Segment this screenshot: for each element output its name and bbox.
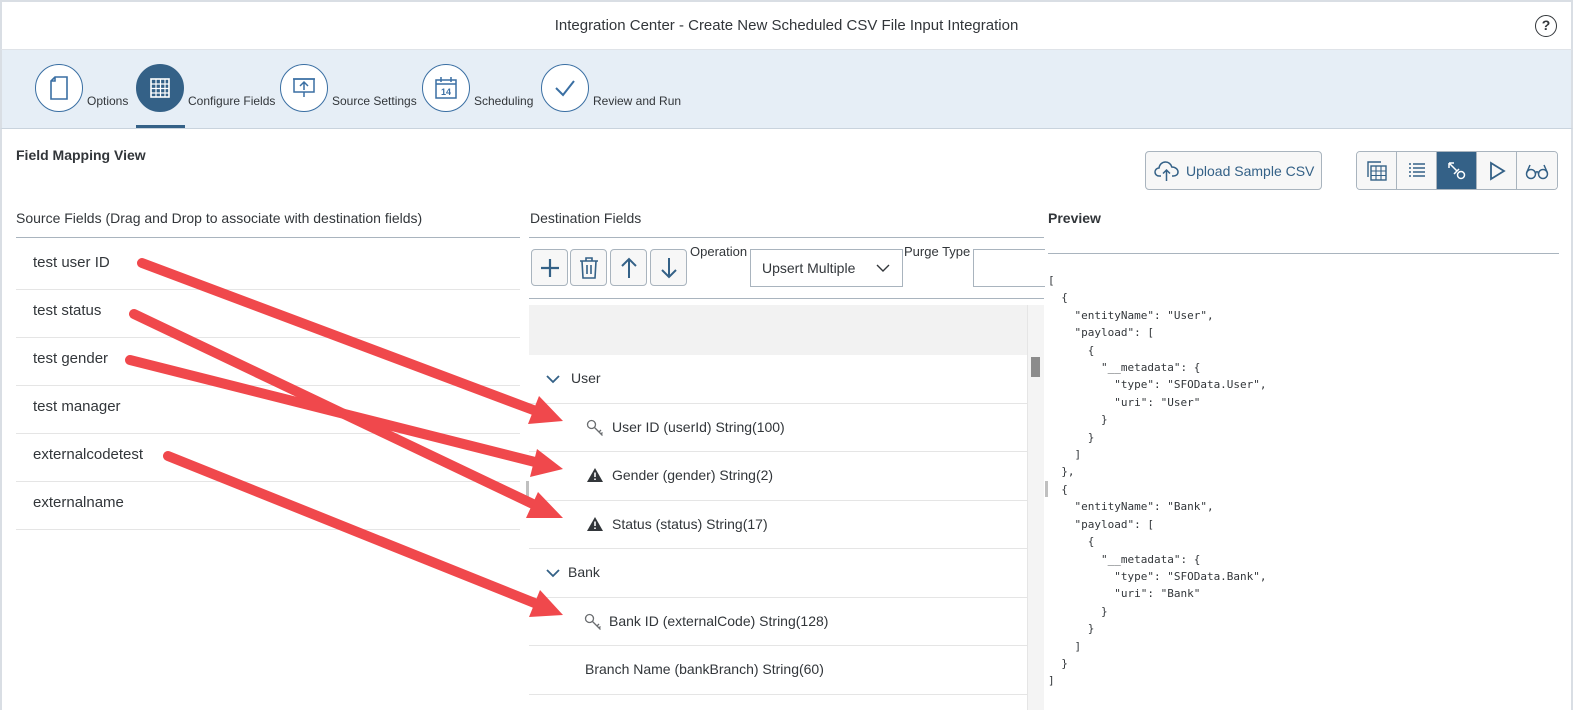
warning-icon (587, 516, 603, 531)
divider (1048, 253, 1559, 254)
presentation-icon (280, 64, 328, 112)
destination-fields-header: Destination Fields (530, 210, 642, 226)
key-icon (586, 419, 603, 436)
table-view-button[interactable] (1357, 152, 1397, 189)
step-label: Source Settings (332, 94, 417, 108)
step-label: Configure Fields (188, 94, 276, 108)
link-mapping-icon (1447, 161, 1465, 179)
page-icon (35, 64, 83, 112)
add-button[interactable] (531, 249, 568, 286)
arrow-down-icon (660, 257, 677, 278)
source-fields-list: test user ID test status test gender tes… (16, 242, 520, 530)
field-label: Bank ID (externalCode) String(128) (609, 612, 829, 629)
preview-json: [ { "entityName": "User", "payload": [ {… (1048, 274, 1267, 688)
source-field[interactable]: test status (16, 290, 520, 338)
group-row-bank[interactable]: Bank (529, 549, 1027, 598)
trash-icon (579, 256, 598, 279)
table-copy-icon (1366, 160, 1387, 181)
preview-button[interactable] (1517, 152, 1557, 189)
operation-label: Operation (690, 244, 748, 259)
group-label: Bank (568, 564, 600, 580)
divider (529, 237, 1044, 238)
source-field[interactable]: externalname (16, 482, 520, 530)
destination-field[interactable]: Gender (gender) String(2) (529, 452, 1027, 501)
field-label: Branch Name (bankBranch) String(60) (585, 661, 824, 677)
destination-field[interactable]: Status (status) String(17) (529, 501, 1027, 549)
purge-type-label: Purge Type (904, 244, 971, 259)
upload-sample-csv-button[interactable]: Upload Sample CSV (1145, 151, 1322, 190)
destination-field[interactable]: Bank ID (externalCode) String(128) (529, 598, 1027, 646)
group-row-user[interactable]: User (529, 355, 1027, 404)
scrollbar-thumb[interactable] (1031, 357, 1040, 377)
plus-icon (540, 258, 559, 277)
play-icon (1489, 160, 1506, 181)
operation-value: Upsert Multiple (762, 260, 856, 276)
destination-field[interactable]: Branch Name (bankBranch) String(60) (529, 646, 1027, 695)
view-switcher (1356, 151, 1558, 190)
window-title: Integration Center - Create New Schedule… (554, 17, 1019, 34)
calendar-icon: 14 (422, 64, 470, 112)
source-field[interactable]: externalcodetest (16, 434, 520, 482)
chevron-down-icon (546, 375, 560, 384)
source-field[interactable]: test gender (16, 338, 520, 386)
help-icon[interactable]: ? (1535, 15, 1557, 37)
run-button[interactable] (1477, 152, 1517, 189)
step-label: Review and Run (593, 94, 682, 108)
chevron-down-icon (876, 264, 890, 272)
active-step-indicator (136, 125, 185, 128)
list-icon (1408, 162, 1425, 177)
step-label: Options (87, 94, 129, 108)
svg-text:14: 14 (441, 87, 451, 97)
source-field[interactable]: test manager (16, 386, 520, 434)
divider (16, 237, 520, 238)
upload-label: Upload Sample CSV (1186, 162, 1315, 179)
destination-field[interactable]: User ID (userId) String(100) (529, 404, 1027, 452)
checkmark-icon (541, 64, 589, 112)
view-title: Field Mapping View (16, 147, 146, 163)
source-field[interactable]: test user ID (16, 242, 520, 290)
cloud-upload-icon (1154, 160, 1179, 181)
wizard-steps: Options Configure Fields Source Settings… (0, 50, 1573, 129)
destination-fields-list: User User ID (userId) String(100) Gender… (529, 355, 1027, 695)
warning-icon (587, 468, 603, 482)
group-label: User (571, 370, 601, 386)
move-down-button[interactable] (650, 249, 687, 286)
field-label: User ID (userId) String(100) (612, 418, 785, 435)
key-icon (584, 613, 601, 630)
mapping-view-button[interactable] (1437, 152, 1477, 189)
title-bar: Integration Center - Create New Schedule… (0, 0, 1573, 50)
field-label: Status (status) String(17) (612, 515, 768, 532)
move-up-button[interactable] (610, 249, 647, 286)
glasses-icon (1525, 164, 1549, 179)
chevron-down-icon (546, 569, 560, 578)
main-content: Field Mapping View Upload Sample CSV Sou… (0, 129, 1573, 710)
step-label: Scheduling (474, 94, 534, 108)
list-view-button[interactable] (1397, 152, 1437, 189)
preview-header: Preview (1048, 210, 1101, 226)
delete-button[interactable] (570, 249, 607, 286)
operation-select[interactable]: Upsert Multiple (750, 249, 903, 287)
grid-icon (136, 64, 184, 112)
source-fields-header: Source Fields (Drag and Drop to associat… (16, 210, 423, 226)
purge-type-select[interactable] (973, 249, 1045, 287)
destination-table-header (529, 305, 1027, 355)
arrow-up-icon (620, 257, 637, 278)
field-label: Gender (gender) String(2) (612, 467, 774, 483)
divider (529, 298, 1044, 299)
